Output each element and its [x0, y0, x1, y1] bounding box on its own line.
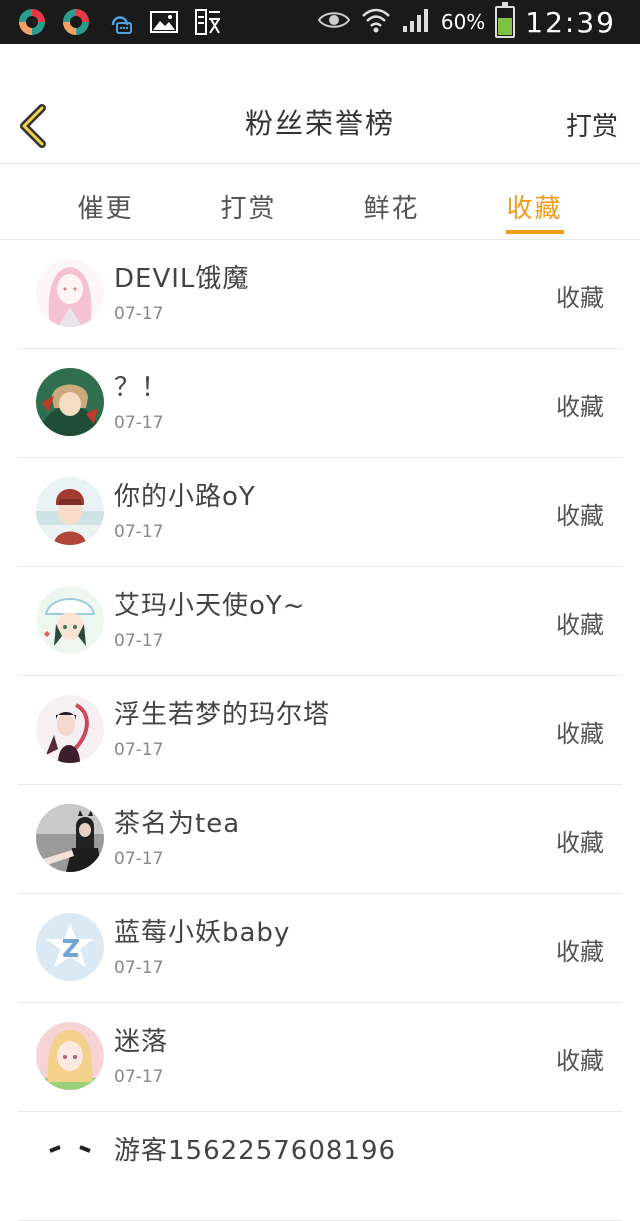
date: 07-17 [114, 849, 164, 869]
clock: 12:39 [525, 5, 616, 39]
avatar [36, 1022, 104, 1090]
tab-urge[interactable]: 催更 [34, 164, 177, 239]
date: 07-17 [114, 631, 164, 651]
list-item[interactable]: 艾玛小天使oY~ 07-17 收藏 [18, 567, 622, 676]
favorite-label: 收藏 [556, 611, 604, 639]
tab-flowers[interactable]: 鲜花 [320, 164, 463, 239]
date: 07-17 [114, 522, 164, 542]
stock-icon [192, 6, 224, 38]
favorite-label: 收藏 [556, 284, 604, 312]
nickname: 迷落 [114, 1027, 169, 1057]
avatar [36, 804, 104, 872]
avatar [36, 259, 104, 327]
status-right: 60% 12:39 [317, 2, 616, 40]
tab-label: 鲜花 [363, 194, 420, 224]
nickname: 蓝莓小妖baby [114, 918, 291, 948]
list-item[interactable]: 茶名为tea 07-17 收藏 [18, 785, 622, 894]
favorite-label: 收藏 [556, 1047, 604, 1075]
avatar [36, 913, 104, 981]
list-item[interactable]: 浮生若梦的玛尔塔 07-17 收藏 [18, 676, 622, 785]
battery-icon [495, 2, 516, 38]
eye-icon [317, 9, 351, 35]
favorite-label: 收藏 [556, 720, 604, 748]
status-bar: 60% 12:39 [0, 0, 640, 44]
avatar [36, 586, 104, 654]
battery-percentage: 60% [440, 10, 486, 34]
nickname: ？！ [114, 373, 169, 403]
date: 07-17 [114, 958, 164, 978]
avatar [36, 1131, 104, 1199]
tab-label: 打赏 [220, 194, 277, 224]
nickname: DEVIL饿魔 [114, 264, 250, 294]
avatar [36, 477, 104, 545]
header: 粉丝荣誉榜 打赏 [0, 44, 640, 164]
signal-icon [401, 6, 431, 38]
nickname: 游客1562257608196 [114, 1136, 397, 1166]
date: 07-17 [114, 1067, 164, 1087]
favorite-label: 收藏 [556, 938, 604, 966]
image-icon [148, 6, 180, 38]
status-left-icons [16, 6, 224, 38]
favorite-label: 收藏 [556, 393, 604, 421]
avatar [36, 368, 104, 436]
qq-message-icon [104, 6, 136, 38]
list-item[interactable]: 迷落 07-17 收藏 [18, 1003, 622, 1112]
nickname: 你的小路oY [114, 482, 256, 512]
nickname: 茶名为tea [114, 809, 241, 839]
list-item[interactable]: 蓝莓小妖baby 07-17 收藏 [18, 894, 622, 1003]
favorite-label: 收藏 [556, 502, 604, 530]
date: 07-17 [114, 304, 164, 324]
tab-label: 收藏 [506, 194, 563, 224]
list-item[interactable]: DEVIL饿魔 07-17 收藏 [18, 240, 622, 349]
app-circle-icon [16, 6, 48, 38]
avatar [36, 695, 104, 763]
nickname: 浮生若梦的玛尔塔 [114, 700, 331, 730]
app-circle-icon [60, 6, 92, 38]
page-title: 粉丝荣誉榜 [244, 107, 395, 140]
tab-bar: 催更 打赏 鲜花 收藏 [0, 164, 640, 240]
favorite-label: 收藏 [556, 829, 604, 857]
list-item[interactable]: 你的小路oY 07-17 收藏 [18, 458, 622, 567]
fan-list: DEVIL饿魔 07-17 收藏 ？！ 07-17 收藏 你的小路oY 07-1… [0, 240, 640, 1221]
list-item[interactable]: ？！ 07-17 收藏 [18, 349, 622, 458]
list-item[interactable]: 游客1562257608196 [18, 1112, 622, 1221]
tab-label: 催更 [77, 194, 134, 224]
wifi-icon [361, 6, 391, 38]
nickname: 艾玛小天使oY~ [114, 591, 306, 621]
tab-favorites[interactable]: 收藏 [463, 164, 606, 239]
tab-reward[interactable]: 打赏 [177, 164, 320, 239]
reward-button[interactable]: 打赏 [566, 106, 618, 143]
date: 07-17 [114, 413, 164, 433]
date: 07-17 [114, 740, 164, 760]
